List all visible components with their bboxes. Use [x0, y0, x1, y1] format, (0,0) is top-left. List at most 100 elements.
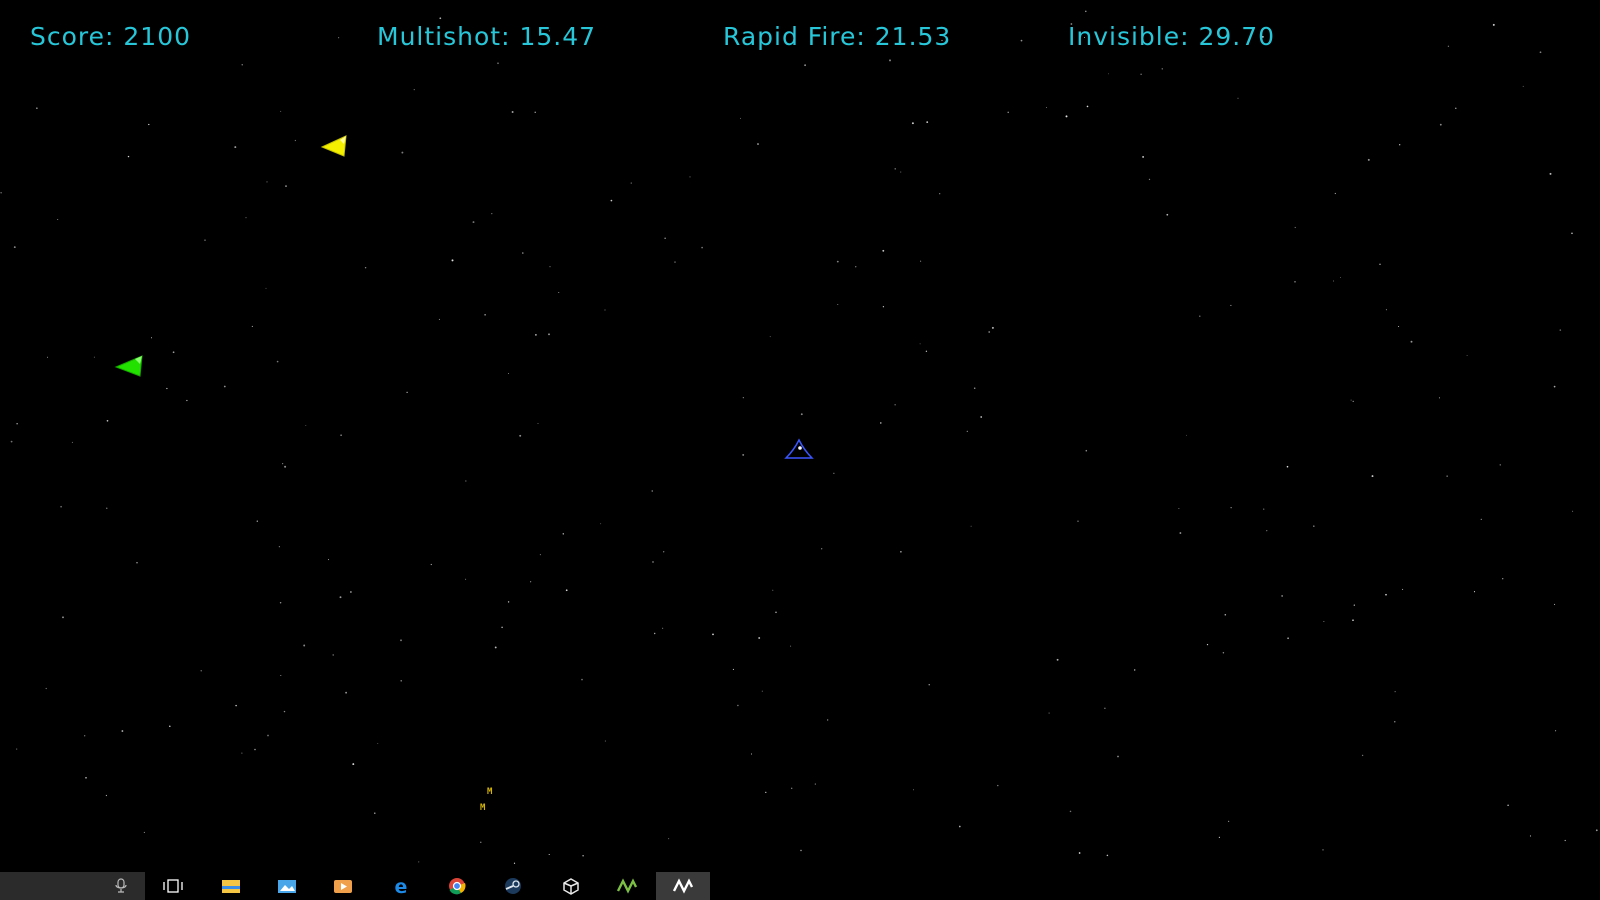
- star: [166, 387, 168, 390]
- steam-button[interactable]: [486, 872, 540, 900]
- star: [775, 611, 777, 614]
- star: [10, 440, 13, 443]
- star: [71, 441, 73, 443]
- star: [750, 753, 753, 755]
- star: [988, 331, 991, 333]
- star: [16, 423, 18, 425]
- star: [1353, 604, 1355, 606]
- star: [350, 591, 352, 593]
- star: [537, 422, 539, 424]
- gamemaker-button[interactable]: [600, 872, 654, 900]
- star: [997, 784, 999, 787]
- star: [1402, 588, 1404, 590]
- star: [664, 237, 666, 239]
- star: [401, 151, 404, 154]
- star: [16, 748, 18, 750]
- microphone-icon[interactable]: [114, 878, 128, 894]
- star: [1199, 315, 1201, 317]
- star: [1117, 755, 1119, 758]
- star: [534, 111, 536, 113]
- star: [491, 213, 493, 215]
- star: [519, 434, 522, 437]
- star: [186, 399, 188, 402]
- star: [610, 199, 613, 202]
- star: [150, 337, 153, 339]
- star: [1439, 123, 1442, 126]
- photos-button[interactable]: [260, 872, 314, 900]
- star: [507, 373, 509, 374]
- rapid-fire-timer: Rapid Fire21.53: [723, 22, 951, 51]
- star: [430, 563, 432, 566]
- star: [127, 155, 130, 158]
- star: [1230, 304, 1232, 306]
- star: [254, 748, 256, 751]
- star: [970, 525, 972, 527]
- file-explorer-icon: [222, 880, 240, 893]
- star: [438, 318, 440, 320]
- media-player-button[interactable]: [316, 872, 370, 900]
- star: [920, 260, 922, 262]
- star: [472, 221, 475, 224]
- star: [106, 507, 108, 509]
- star: [1313, 525, 1315, 527]
- star: [889, 59, 891, 62]
- star: [204, 239, 206, 241]
- star: [581, 678, 583, 681]
- star: [1522, 85, 1524, 87]
- star: [894, 404, 896, 406]
- star: [406, 391, 408, 394]
- invisible-value: 29.70: [1198, 22, 1276, 51]
- star: [234, 146, 237, 149]
- star: [1237, 97, 1239, 99]
- gamemaker-active-button[interactable]: [656, 872, 710, 900]
- star: [663, 551, 665, 553]
- star: [732, 668, 734, 670]
- star: [285, 185, 287, 187]
- star: [1106, 854, 1109, 857]
- star: [522, 252, 524, 254]
- star: [1554, 603, 1556, 605]
- star: [340, 434, 342, 437]
- star: [36, 107, 38, 109]
- multishot-label: Multishot: [377, 22, 519, 51]
- star: [1085, 449, 1088, 452]
- star: [991, 326, 994, 329]
- star: [1371, 475, 1374, 478]
- edge-browser-button[interactable]: e: [374, 872, 428, 900]
- file-explorer-button[interactable]: [204, 872, 258, 900]
- star: [1148, 178, 1151, 181]
- star: [400, 680, 402, 682]
- unity-icon: [563, 878, 579, 895]
- star: [604, 740, 606, 742]
- star: [900, 551, 902, 553]
- multishot-pickup: M: [487, 787, 493, 797]
- star: [278, 546, 280, 548]
- star: [535, 334, 537, 336]
- game-playfield[interactable]: [0, 0, 1600, 870]
- star: [882, 249, 885, 252]
- star: [200, 670, 202, 672]
- star: [836, 260, 839, 263]
- star: [279, 602, 282, 604]
- star: [740, 117, 741, 119]
- star: [377, 742, 379, 744]
- chrome-browser-button[interactable]: [430, 872, 484, 900]
- star: [345, 691, 347, 694]
- rapid-fire-value: 21.53: [874, 22, 952, 51]
- star: [1529, 835, 1532, 837]
- score-value: 2100: [123, 22, 192, 51]
- unity-button[interactable]: [544, 872, 598, 900]
- star: [549, 266, 551, 268]
- star: [511, 111, 514, 113]
- star: [1048, 712, 1050, 714]
- gamemaker-active-icon: [672, 878, 694, 894]
- star: [332, 654, 334, 656]
- star: [121, 730, 124, 732]
- star: [283, 710, 286, 713]
- star: [143, 831, 145, 833]
- taskbar-search-box[interactable]: [0, 872, 145, 900]
- task-view-button[interactable]: [146, 872, 200, 900]
- star: [1507, 804, 1509, 807]
- chrome-icon: [449, 878, 466, 895]
- star: [1385, 309, 1387, 311]
